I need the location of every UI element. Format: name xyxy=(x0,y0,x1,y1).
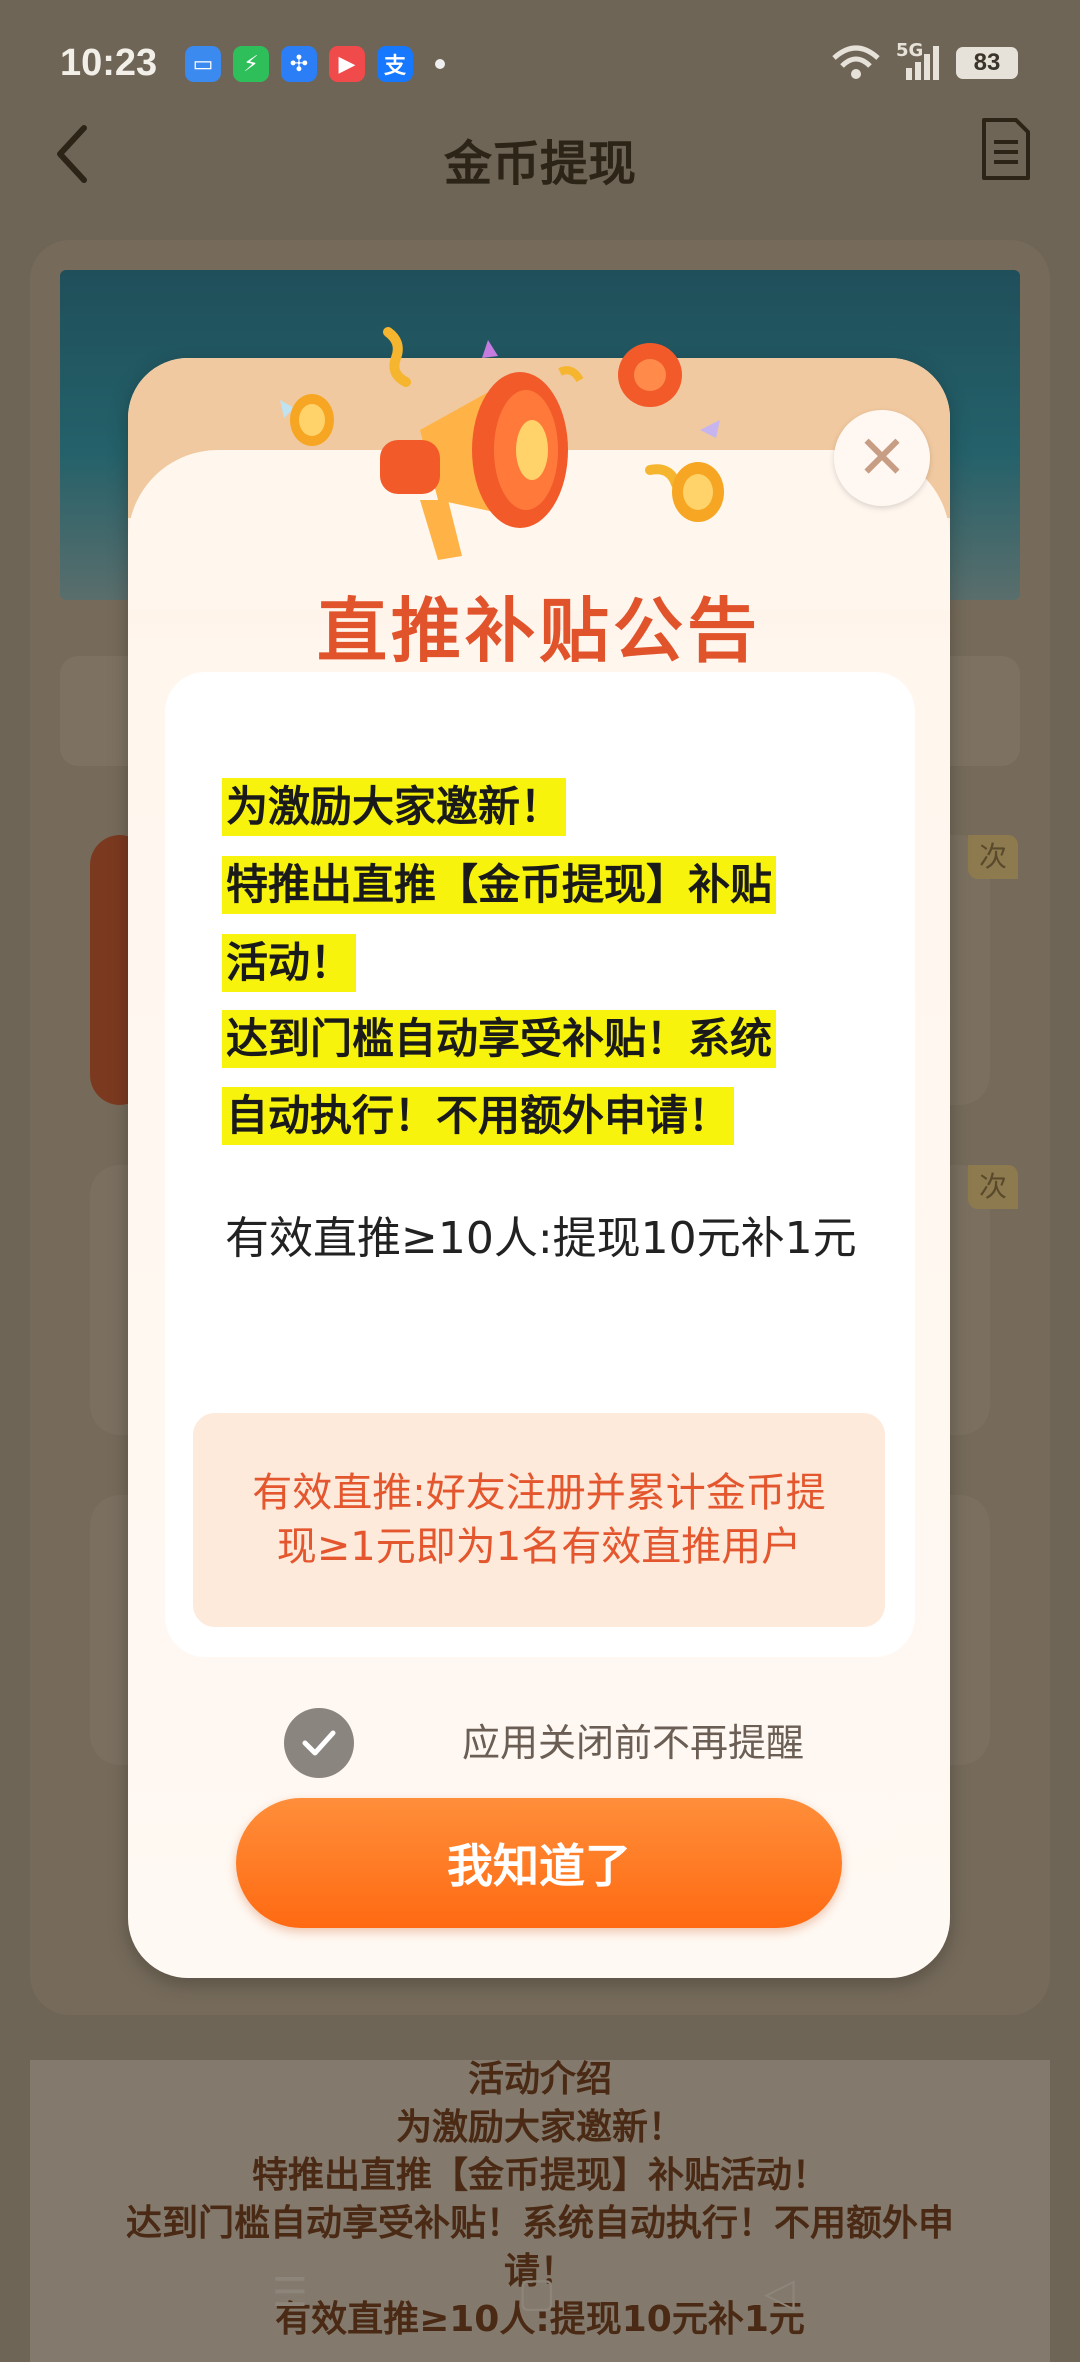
highlight-line: 自动执行！不用额外申请！ xyxy=(222,1087,735,1145)
highlight-line: 达到门槛自动享受补贴！系统 xyxy=(222,1010,777,1068)
page-title: 金币提现 xyxy=(443,136,636,192)
highlight-line: 活动！ xyxy=(222,934,357,992)
modal-title: 直推补贴公告 xyxy=(317,590,761,672)
nav-bar: 金币提现 xyxy=(0,110,1080,200)
dont-remind-checkbox[interactable] xyxy=(284,1708,354,1778)
battery-indicator: 83 xyxy=(956,47,1018,79)
highlight-line: 特推出直推【金币提现】补贴 xyxy=(222,856,777,914)
alipay-icon: 支 xyxy=(377,46,413,82)
status-time: 10:23 xyxy=(60,42,158,84)
pinwheel-icon: ✣ xyxy=(281,46,317,82)
megaphone-icon xyxy=(280,327,724,560)
video-icon: ▶ xyxy=(329,46,365,82)
checkmark-icon xyxy=(302,1730,336,1756)
home-icon[interactable]: ▢ xyxy=(518,2270,556,2316)
more-notifications-dot xyxy=(435,59,445,69)
system-nav-bar: ☰ ▢ ◁ xyxy=(0,2270,1080,2340)
close-button[interactable]: ✕ xyxy=(834,410,930,506)
menu-icon[interactable]: ☰ xyxy=(272,2270,308,2316)
dont-remind-label[interactable]: 应用关闭前不再提醒 xyxy=(462,1712,804,1767)
wifi-icon xyxy=(832,45,880,79)
document-icon[interactable] xyxy=(980,116,1032,182)
shield-icon: ⚡ xyxy=(233,46,269,82)
intro-line: 活动介绍 xyxy=(467,2059,612,2100)
intro-line: 特推出直推【金币提现】补贴活动！ xyxy=(251,2155,828,2196)
notification-icons: ▭ ⚡ ✣ ▶ 支 xyxy=(185,46,445,82)
intro-line: 为激励大家邀新！ xyxy=(395,2107,684,2148)
note-text: 有效直推:好友注册并累计金币提现≥1元即为1名有效直推用户 xyxy=(252,1470,826,1570)
option-badge-2: 次 xyxy=(968,1165,1018,1209)
wallet-icon: ▭ xyxy=(185,46,221,82)
status-indicators: 5G 83 xyxy=(830,40,1018,82)
confirm-button[interactable]: 我知道了 xyxy=(236,1798,842,1928)
intro-line: 达到门槛自动享受补贴！系统自动执行！不用额外申 xyxy=(125,2203,954,2244)
close-icon: ✕ xyxy=(856,423,908,493)
back-nav-icon[interactable]: ◁ xyxy=(764,2270,795,2316)
signal-icon: 5G xyxy=(896,40,942,82)
option-badge-1: 次 xyxy=(968,835,1018,879)
highlight-line: 为激励大家邀新！ xyxy=(222,778,567,836)
subsidy-rule: 有效直推≥10人:提现10元补1元 xyxy=(225,1213,857,1264)
note-box: 有效直推:好友注册并累计金币提现≥1元即为1名有效直推用户 xyxy=(193,1413,885,1627)
